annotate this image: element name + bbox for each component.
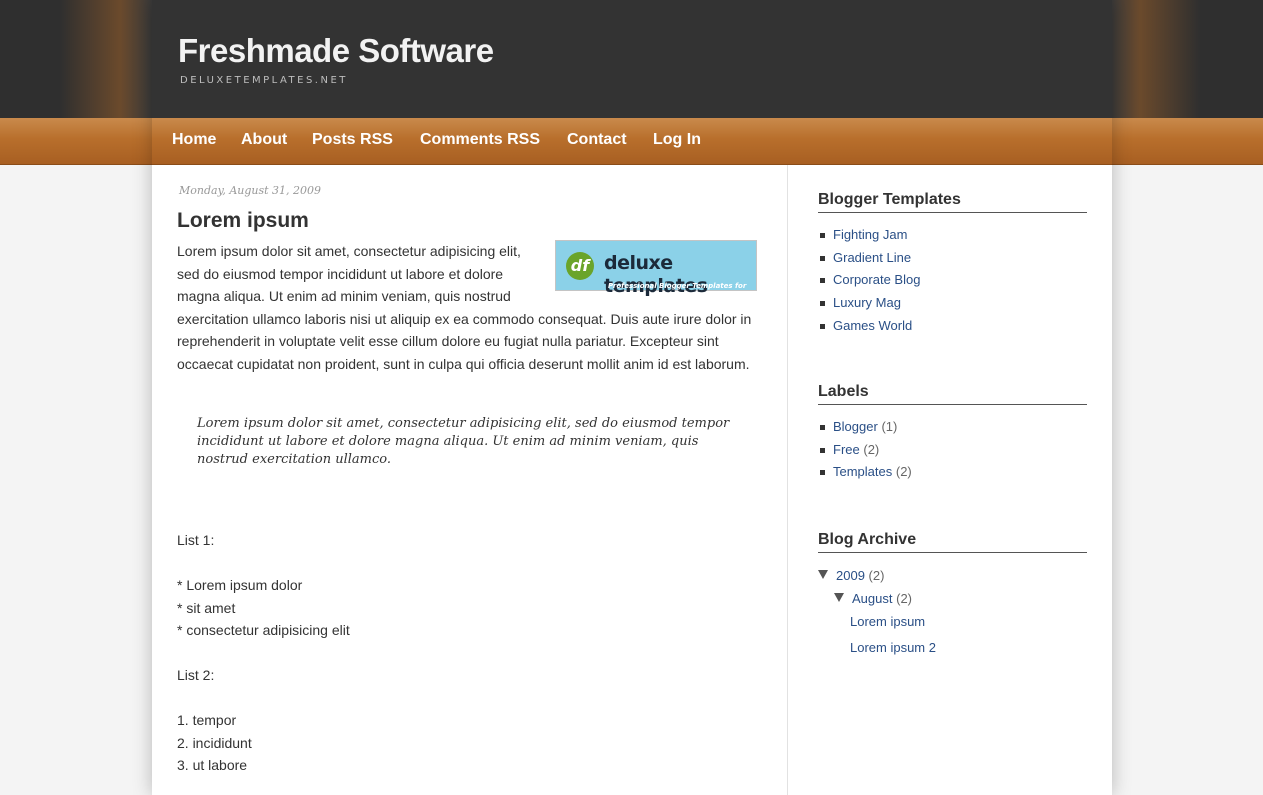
- nav-item-about[interactable]: About: [241, 131, 287, 149]
- list1-title: List 1:: [177, 532, 215, 548]
- post-date: Monday, August 31, 2009: [179, 184, 322, 197]
- archive-year-row: 2009 (2): [818, 564, 1087, 587]
- label-count: (2): [863, 441, 880, 457]
- widget-blogger-templates: Blogger Templates Fighting Jam Gradient …: [818, 191, 1087, 338]
- label-link-blogger[interactable]: Blogger: [833, 419, 878, 434]
- post-blockquote: Lorem ipsum dolor sit amet, consectetur …: [197, 416, 730, 467]
- bullet-icon: [820, 447, 825, 453]
- archive-post-row: Lorem ipsum: [818, 610, 1087, 633]
- list-item: 1. tempor: [177, 712, 237, 728]
- deluxe-templates-logo-icon: df: [566, 252, 594, 280]
- template-link-games-world[interactable]: Games World: [833, 318, 912, 333]
- sidebar: Blogger Templates Fighting Jam Gradient …: [788, 165, 1112, 795]
- list-item: * consectetur adipisicing elit: [177, 622, 350, 638]
- label-count: (2): [895, 464, 912, 480]
- list-item: Templates (2): [818, 461, 1087, 484]
- template-link-corporate-blog[interactable]: Corporate Blog: [833, 272, 920, 287]
- main-nav: Home About Posts RSS Comments RSS Contac…: [152, 118, 1112, 165]
- label-link-free[interactable]: Free: [833, 442, 860, 457]
- bullet-icon: [820, 425, 825, 430]
- bullet-icon: [820, 323, 825, 329]
- list-item: Gradient Line: [818, 247, 1087, 270]
- archive-month-link[interactable]: August: [852, 591, 892, 606]
- widget-labels: Labels Blogger (1) Free (2) Templates (2…: [818, 383, 1087, 484]
- archive-month-row: August (2): [818, 587, 1087, 610]
- list-item: 2. incididunt: [177, 734, 252, 751]
- list-item: Luxury Mag: [818, 292, 1087, 315]
- site-header: Freshmade Software DELUXETEMPLATES.NET: [152, 0, 1112, 118]
- bullet-icon: [820, 255, 825, 261]
- list-item: * sit amet: [177, 599, 236, 616]
- list-item: * Lorem ipsum dolor: [177, 577, 303, 593]
- bullet-icon: [820, 233, 825, 238]
- nav-item-contact[interactable]: Contact: [567, 131, 627, 149]
- template-link-fighting-jam[interactable]: Fighting Jam: [833, 227, 907, 242]
- post-image[interactable]: df deluxe templates Professional Blogger…: [555, 240, 757, 313]
- post-body: df deluxe templates Professional Blogger…: [177, 240, 757, 777]
- logo-subtitle: Professional Blogger Templates for Free: [608, 282, 747, 313]
- label-count: (1): [881, 419, 898, 434]
- list-item: Corporate Blog: [818, 269, 1087, 292]
- nav-item-posts-rss[interactable]: Posts RSS: [312, 131, 393, 149]
- template-link-luxury-mag[interactable]: Luxury Mag: [833, 295, 901, 310]
- widget-title: Blogger Templates: [818, 191, 1087, 213]
- archive-month-count: (2): [896, 591, 912, 606]
- nav-item-log-in[interactable]: Log In: [653, 131, 701, 149]
- post-title[interactable]: Lorem ipsum: [177, 209, 309, 233]
- collapse-arrow-icon[interactable]: [834, 593, 844, 603]
- bullet-icon: [820, 301, 825, 307]
- collapse-arrow-icon[interactable]: [818, 570, 828, 580]
- post-lists: List 1: * Lorem ipsum dolor * sit amet *…: [177, 529, 757, 777]
- list-item: Fighting Jam: [818, 224, 1087, 247]
- nav-item-comments-rss[interactable]: Comments RSS: [420, 131, 540, 149]
- list-item: Games World: [818, 315, 1087, 338]
- site-title[interactable]: Freshmade Software: [178, 32, 494, 70]
- archive-post-link[interactable]: Lorem ipsum 2: [850, 640, 936, 655]
- archive-year-link[interactable]: 2009: [836, 568, 865, 583]
- nav-item-home[interactable]: Home: [172, 131, 216, 149]
- widget-blog-archive: Blog Archive 2009 (2) August (2) Lorem i…: [818, 531, 1087, 659]
- bullet-icon: [820, 470, 825, 476]
- list-item: Blogger (1): [818, 416, 1087, 439]
- list-item: 3. ut labore: [177, 757, 248, 773]
- archive-post-row: Lorem ipsum 2: [818, 636, 1087, 659]
- label-link-templates[interactable]: Templates: [833, 464, 892, 479]
- main-content: Monday, August 31, 2009 Lorem ipsum df d…: [152, 165, 788, 795]
- archive-year-count: (2): [868, 568, 885, 583]
- widget-title: Blog Archive: [818, 531, 1087, 553]
- site-description: DELUXETEMPLATES.NET: [180, 75, 348, 86]
- template-link-gradient-line[interactable]: Gradient Line: [833, 250, 911, 265]
- list-item: Free (2): [818, 439, 1087, 462]
- page-container: Freshmade Software DELUXETEMPLATES.NET H…: [152, 0, 1112, 795]
- archive-post-link[interactable]: Lorem ipsum: [850, 614, 925, 629]
- list2-title: List 2:: [177, 667, 215, 683]
- bullet-icon: [820, 278, 825, 284]
- widget-title: Labels: [818, 383, 1087, 405]
